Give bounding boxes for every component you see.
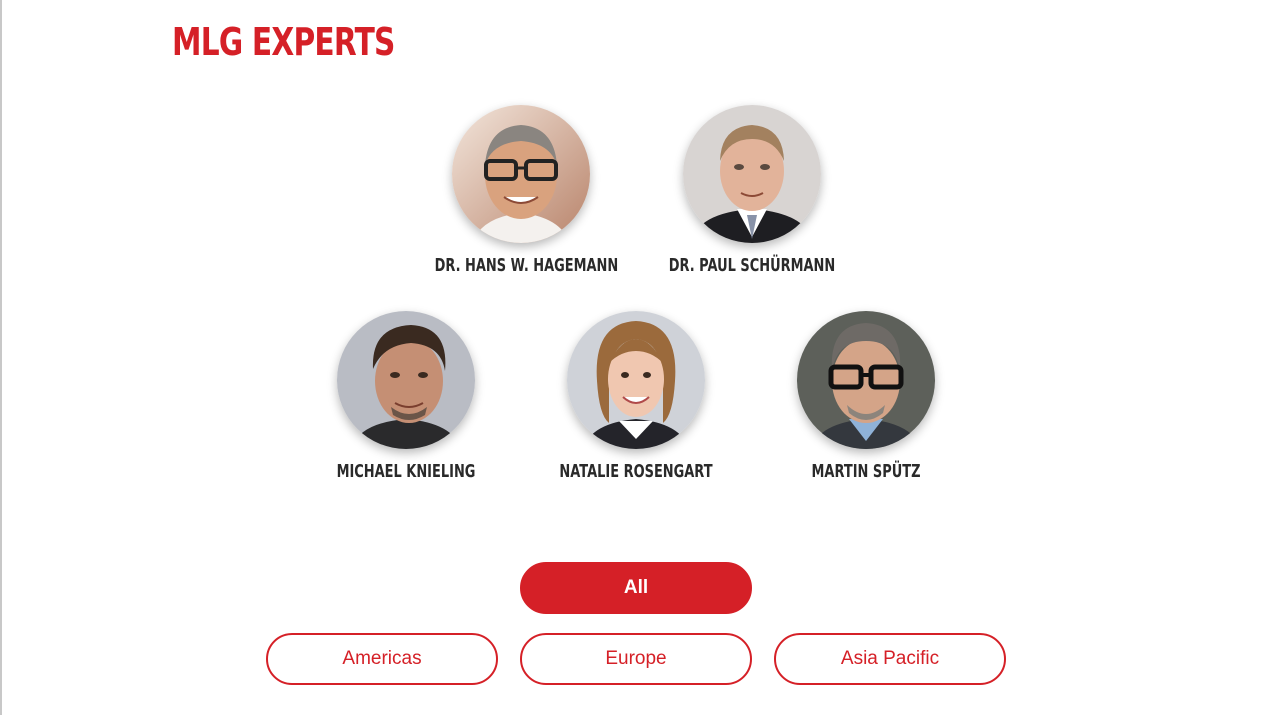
expert-card[interactable]: MICHAEL KNIELING: [286, 311, 526, 483]
expert-card[interactable]: DR. PAUL SCHÜRMANN: [632, 105, 872, 277]
expert-photo[interactable]: [567, 311, 705, 449]
expert-card[interactable]: NATALIE ROSENGART: [516, 311, 756, 483]
expert-name[interactable]: DR. HANS W. HAGEMANN: [435, 255, 619, 277]
expert-photo[interactable]: [452, 105, 590, 243]
expert-photo[interactable]: [337, 311, 475, 449]
page-title: MLG EXPERTS: [172, 20, 395, 64]
expert-photo[interactable]: [797, 311, 935, 449]
filter-button-europe[interactable]: Europe: [520, 633, 752, 685]
expert-photo[interactable]: [683, 105, 821, 243]
expert-name[interactable]: MICHAEL KNIELING: [320, 461, 493, 483]
expert-name[interactable]: DR. PAUL SCHÜRMANN: [666, 255, 839, 277]
filter-button-all[interactable]: All: [520, 562, 752, 614]
expert-name[interactable]: NATALIE ROSENGART: [550, 461, 723, 483]
page-left-border: [0, 0, 2, 715]
filter-button-asia-pacific[interactable]: Asia Pacific: [774, 633, 1006, 685]
expert-name[interactable]: MARTIN SPÜTZ: [780, 461, 953, 483]
expert-card[interactable]: MARTIN SPÜTZ: [746, 311, 986, 483]
filter-button-americas[interactable]: Americas: [266, 633, 498, 685]
expert-card[interactable]: DR. HANS W. HAGEMANN: [401, 105, 641, 277]
